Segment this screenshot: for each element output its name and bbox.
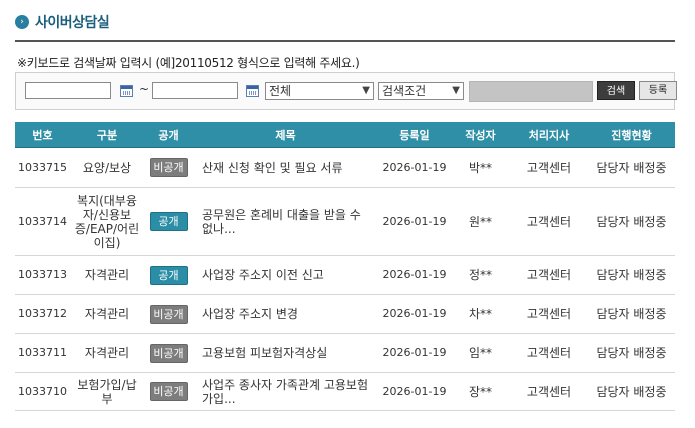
search-panel: ~ 전체 ▼ 검색조건 ▼ 검색 등록 <box>15 72 677 110</box>
row-branch: 고객센터 <box>510 333 588 373</box>
date-from-input[interactable] <box>25 82 111 99</box>
row-visibility-cell: 공개 <box>144 187 193 256</box>
row-date: 2026-01-19 <box>378 333 451 373</box>
table-header-row: 번호 구분 공개 제목 등록일 작성자 처리지사 진행현황 <box>15 122 675 148</box>
row-number: 1033710 <box>15 372 70 411</box>
row-category: 자격관리 <box>70 294 144 334</box>
row-author: 원** <box>451 187 510 256</box>
row-status: 담당자 배정중 <box>588 187 675 256</box>
table-row[interactable]: 1033711 자격관리 비공개 고용보험 피보험자격상실 2026-01-19… <box>15 333 675 373</box>
row-number: 1033715 <box>15 147 70 188</box>
row-status: 담당자 배정중 <box>588 294 675 334</box>
visibility-badge: 비공개 <box>149 304 188 324</box>
table-row[interactable]: 1033710 보험가입/납부 비공개 사업주 종사자 가족관계 고용보험 가입… <box>15 372 675 411</box>
row-status: 담당자 배정중 <box>588 255 675 295</box>
row-category: 보험가입/납부 <box>70 372 144 411</box>
row-subject-link[interactable]: 고용보험 피보험자격상실 <box>193 333 378 373</box>
title-divider <box>15 40 675 42</box>
search-button[interactable]: 검색 <box>597 81 635 100</box>
row-date: 2026-01-19 <box>378 147 451 188</box>
visibility-badge: 비공개 <box>149 343 188 363</box>
row-subject-link[interactable]: 사업주 종사자 가족관계 고용보험 가입... <box>193 372 378 411</box>
page-header: › 사이버상담실 <box>15 12 110 32</box>
row-author: 장** <box>451 372 510 411</box>
row-category: 자격관리 <box>70 333 144 373</box>
column-header: 번호 <box>15 122 70 148</box>
row-date: 2026-01-19 <box>378 187 451 256</box>
column-header: 등록일 <box>378 122 451 148</box>
row-category: 복지(대부융자/신용보증/EAP/어린이집) <box>70 187 144 256</box>
column-header: 공개 <box>144 122 193 148</box>
row-visibility-cell: 비공개 <box>144 147 193 188</box>
table-row[interactable]: 1033712 자격관리 비공개 사업장 주소지 변경 2026-01-19 차… <box>15 294 675 334</box>
column-header: 제목 <box>193 122 378 148</box>
row-branch: 고객센터 <box>510 294 588 334</box>
row-status: 담당자 배정중 <box>588 372 675 411</box>
column-header: 구분 <box>70 122 144 148</box>
date-input-hint: ※키보드로 검색날짜 입력시 (예]20110512 형식으로 입력해 주세요.… <box>17 56 360 70</box>
row-number: 1033711 <box>15 333 70 373</box>
row-status: 담당자 배정중 <box>588 333 675 373</box>
row-date: 2026-01-19 <box>378 294 451 334</box>
row-number: 1033714 <box>15 187 70 256</box>
page-title: 사이버상담실 <box>35 15 110 31</box>
table-row[interactable]: 1033713 자격관리 공개 사업장 주소지 이전 신고 2026-01-19… <box>15 255 675 295</box>
row-branch: 고객센터 <box>510 372 588 411</box>
consultation-table: 번호 구분 공개 제목 등록일 작성자 처리지사 진행현황 1033715 요양… <box>15 122 675 411</box>
date-to-input[interactable] <box>152 82 238 99</box>
row-date: 2026-01-19 <box>378 372 451 411</box>
row-author: 박** <box>451 147 510 188</box>
calendar-icon[interactable] <box>120 85 133 97</box>
row-category: 요양/보상 <box>70 147 144 188</box>
column-header: 처리지사 <box>510 122 588 148</box>
date-range-separator: ~ <box>139 82 150 96</box>
row-author: 정** <box>451 255 510 295</box>
calendar-icon[interactable] <box>246 85 259 97</box>
row-number: 1033712 <box>15 294 70 334</box>
row-category: 자격관리 <box>70 255 144 295</box>
category-select[interactable]: 전체 ▼ <box>265 82 374 100</box>
row-visibility-cell: 비공개 <box>144 372 193 411</box>
row-author: 차** <box>451 294 510 334</box>
row-number: 1033713 <box>15 255 70 295</box>
row-date: 2026-01-19 <box>378 255 451 295</box>
arrow-circle-icon: › <box>15 15 29 29</box>
row-status: 담당자 배정중 <box>588 147 675 188</box>
column-header: 진행현황 <box>588 122 675 148</box>
row-branch: 고객센터 <box>510 187 588 256</box>
chevron-down-icon: ▼ <box>362 85 370 96</box>
condition-select[interactable]: 검색조건 ▼ <box>378 82 464 100</box>
row-visibility-cell: 비공개 <box>144 294 193 334</box>
category-select-value: 전체 <box>269 84 292 98</box>
row-branch: 고객센터 <box>510 147 588 188</box>
row-author: 임** <box>451 333 510 373</box>
row-branch: 고객센터 <box>510 255 588 295</box>
chevron-down-icon: ▼ <box>452 85 460 96</box>
visibility-badge: 비공개 <box>149 382 188 401</box>
visibility-badge: 비공개 <box>149 158 188 177</box>
table-row[interactable]: 1033714 복지(대부융자/신용보증/EAP/어린이집) 공개 공무원은 혼… <box>15 187 675 256</box>
row-subject-link[interactable]: 산재 신청 확인 및 필요 서류 <box>193 147 378 188</box>
row-visibility-cell: 비공개 <box>144 333 193 373</box>
visibility-badge: 공개 <box>149 265 188 285</box>
row-subject-link[interactable]: 공무원은 혼례비 대출을 받을 수 없나... <box>193 187 378 256</box>
column-header: 작성자 <box>451 122 510 148</box>
row-visibility-cell: 공개 <box>144 255 193 295</box>
table-row[interactable]: 1033715 요양/보상 비공개 산재 신청 확인 및 필요 서류 2026-… <box>15 147 675 188</box>
condition-select-value: 검색조건 <box>382 84 427 98</box>
keyword-input[interactable] <box>469 81 593 102</box>
visibility-badge: 공개 <box>149 212 188 231</box>
row-subject-link[interactable]: 사업장 주소지 변경 <box>193 294 378 334</box>
row-subject-link[interactable]: 사업장 주소지 이전 신고 <box>193 255 378 295</box>
register-button[interactable]: 등록 <box>639 81 677 100</box>
